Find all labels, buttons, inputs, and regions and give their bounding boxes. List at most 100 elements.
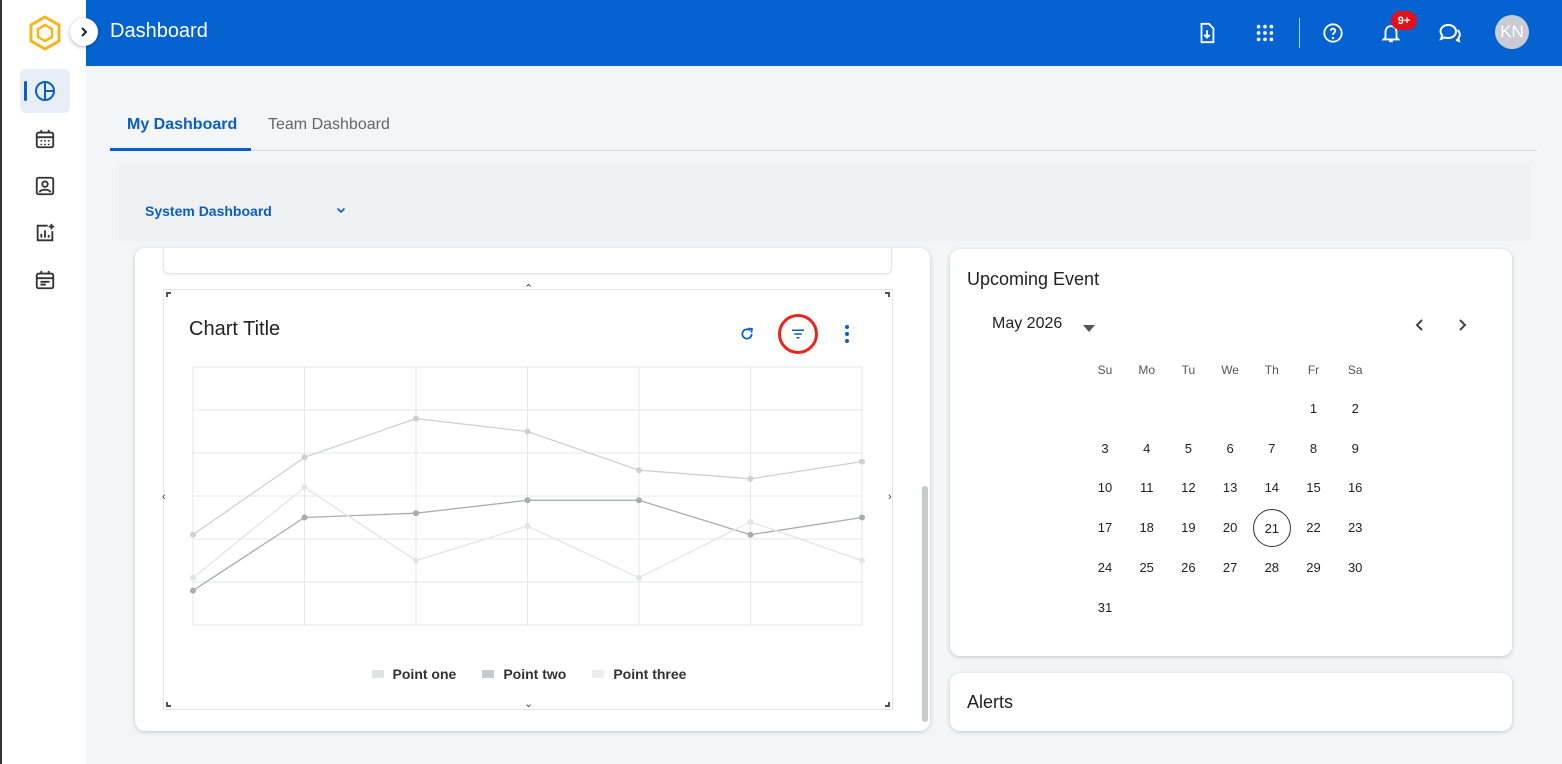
calendar-day[interactable]: 15 xyxy=(1295,469,1333,507)
data-point xyxy=(301,484,308,491)
calendar-day[interactable]: 5 xyxy=(1169,430,1207,468)
data-point xyxy=(859,514,865,521)
filter-button[interactable] xyxy=(778,314,818,354)
calendar-day[interactable]: 23 xyxy=(1336,509,1374,547)
calendar-day[interactable]: 14 xyxy=(1253,469,1291,507)
resize-handle-bottom-left[interactable] xyxy=(166,702,171,707)
calendar-day[interactable]: 22 xyxy=(1295,509,1333,547)
scroll-up-arrow[interactable]: ⌃ xyxy=(524,282,533,295)
refresh-icon[interactable] xyxy=(735,322,759,346)
calendar-day[interactable]: 8 xyxy=(1295,430,1333,468)
calendar-day[interactable]: 17 xyxy=(1086,509,1124,547)
upcoming-event-panel: Upcoming Event May 2026 Su Mo Tu We Th Fr Sa 1 2… xyxy=(950,249,1512,656)
calendar-day[interactable]: 12 xyxy=(1169,469,1207,507)
panel-scrollbar[interactable] xyxy=(922,486,928,722)
apps-grid-icon[interactable] xyxy=(1251,19,1279,47)
calendar-day[interactable]: 11 xyxy=(1128,469,1166,507)
data-point xyxy=(747,475,754,482)
line-chart xyxy=(190,366,865,626)
event-note-icon xyxy=(35,270,55,290)
dashboard-select[interactable]: System Dashboard xyxy=(145,203,272,219)
nav-events[interactable] xyxy=(20,258,70,302)
top-app-bar: Dashboard 9+ KN xyxy=(86,0,1562,66)
tab-my-dashboard[interactable]: My Dashboard xyxy=(127,116,237,134)
expand-sidebar-button[interactable] xyxy=(70,18,98,46)
calendar-day[interactable]: 25 xyxy=(1128,549,1166,587)
resize-handle-top-left[interactable] xyxy=(166,292,171,297)
calendar-day[interactable]: 28 xyxy=(1253,549,1291,587)
calendar-day[interactable]: 27 xyxy=(1211,549,1249,587)
calendar-day[interactable]: 2 xyxy=(1336,390,1374,428)
legend-label: Point three xyxy=(613,666,687,682)
chevron-right-icon xyxy=(1459,319,1467,331)
calendar-day[interactable]: 31 xyxy=(1086,589,1124,627)
resize-handle-bottom-right[interactable] xyxy=(885,702,890,707)
alerts-panel: Alerts xyxy=(950,673,1512,731)
calendar-day[interactable]: 4 xyxy=(1128,430,1166,468)
calendar-day[interactable]: 3 xyxy=(1086,430,1124,468)
data-point xyxy=(747,531,754,538)
calendar-day[interactable]: 18 xyxy=(1128,509,1166,547)
chart-add-icon xyxy=(36,223,55,242)
data-point xyxy=(859,458,865,465)
data-point xyxy=(524,497,531,504)
calendar-day[interactable]: 30 xyxy=(1336,549,1374,587)
header-divider xyxy=(1299,18,1300,48)
legend-swatch xyxy=(592,670,605,678)
export-icon[interactable] xyxy=(1193,19,1221,47)
calendar-day[interactable]: 20 xyxy=(1211,509,1249,547)
data-point xyxy=(413,415,419,422)
nav-calendar[interactable] xyxy=(20,117,70,161)
resize-handle-top-right[interactable] xyxy=(885,292,890,297)
nav-add-report[interactable] xyxy=(20,211,70,255)
next-month-button[interactable] xyxy=(1450,313,1474,337)
calendar-day[interactable]: 13 xyxy=(1211,469,1249,507)
dashboard-tabs: My Dashboard Team Dashboard xyxy=(110,104,1537,151)
weekday-header: Mo xyxy=(1138,363,1156,377)
data-point xyxy=(636,467,642,474)
month-year-selector[interactable]: May 2026 xyxy=(992,315,1062,333)
calendar-day[interactable]: 10 xyxy=(1086,469,1124,507)
legend-item-point-one[interactable]: Point one xyxy=(371,666,456,682)
weekday-header: Sa xyxy=(1347,363,1363,377)
data-point xyxy=(636,574,642,581)
app-logo[interactable] xyxy=(27,14,63,52)
dropdown-arrow-icon[interactable] xyxy=(1083,320,1095,338)
contact-card-icon xyxy=(35,176,55,196)
filter-icon xyxy=(792,329,804,339)
calendar-day[interactable]: 1 xyxy=(1295,390,1333,428)
panel-title: Upcoming Event xyxy=(967,269,1100,289)
nav-contacts[interactable] xyxy=(20,164,70,208)
calendar-day[interactable]: 16 xyxy=(1336,469,1374,507)
scroll-down-arrow[interactable]: ⌄ xyxy=(524,697,533,710)
nav-dashboard[interactable] xyxy=(20,69,70,113)
legend-item-point-three[interactable]: Point three xyxy=(592,666,686,682)
previous-month-button[interactable] xyxy=(1408,313,1432,337)
legend-item-point-two[interactable]: Point two xyxy=(482,666,566,682)
calendar-day[interactable]: 7 xyxy=(1253,430,1291,468)
user-avatar[interactable]: KN xyxy=(1495,15,1529,49)
data-point xyxy=(413,557,419,564)
side-nav xyxy=(0,0,86,764)
calendar-day[interactable]: 26 xyxy=(1169,549,1207,587)
line-chart-widget[interactable]: ⌃ ⌄ ‹ › Chart Title Point one Point two … xyxy=(162,283,893,710)
weekday-header: Fr xyxy=(1307,363,1320,377)
calendar-day[interactable]: 9 xyxy=(1336,430,1374,468)
legend-swatch xyxy=(371,670,384,678)
active-tab-indicator xyxy=(110,148,251,151)
help-icon[interactable] xyxy=(1319,19,1347,47)
chat-bubbles-icon[interactable] xyxy=(1436,19,1464,47)
calendar-day-today[interactable]: 21 xyxy=(1252,509,1291,548)
previous-widget xyxy=(163,248,892,274)
calendar-day[interactable]: 24 xyxy=(1086,549,1124,587)
calendar-day[interactable]: 29 xyxy=(1295,549,1333,587)
tab-team-dashboard[interactable]: Team Dashboard xyxy=(268,116,390,134)
chart-panel: ⌃ ⌄ ‹ › Chart Title Point one Point two … xyxy=(135,248,930,731)
data-point xyxy=(524,523,531,530)
data-point xyxy=(413,510,419,517)
chevron-down-icon[interactable] xyxy=(335,203,347,221)
dashboard-filter-bar: System Dashboard xyxy=(119,165,1530,241)
calendar-day[interactable]: 19 xyxy=(1169,509,1207,547)
calendar-day[interactable]: 6 xyxy=(1211,430,1249,468)
more-options-icon[interactable] xyxy=(835,322,859,346)
